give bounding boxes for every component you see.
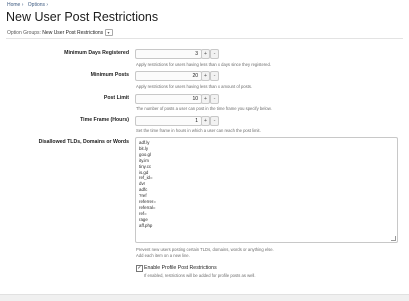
time-frame-increment-button[interactable]: + (201, 116, 210, 126)
disallowed-hint: Prevent new users posting certain TLDs, … (136, 247, 274, 252)
post-limit-input[interactable]: 10 (135, 94, 202, 104)
list-item: aff.php (139, 222, 153, 228)
disallowed-hint-secondary: Add each item on a new line. (136, 253, 190, 258)
resize-handle[interactable] (391, 236, 396, 241)
time-frame-label: Time Frame (Hours) (80, 117, 129, 123)
min-posts-increment-button[interactable]: + (201, 71, 210, 81)
min-posts-input[interactable]: 20 (135, 71, 202, 81)
profile-restrictions-label[interactable]: Enable Profile Post Restrictions (144, 265, 217, 271)
option-groups-label: Option Groups: (7, 29, 41, 36)
post-limit-hint: The number of posts a user can post in t… (136, 106, 272, 111)
post-limit-label: Post Limit (103, 95, 129, 101)
post-limit-decrement-button[interactable]: - (210, 94, 219, 104)
min-days-label: Minimum Days Registered (64, 50, 129, 56)
profile-restrictions-hint: If enabled, restrictions will be added f… (144, 273, 256, 278)
min-posts-decrement-button[interactable]: - (210, 71, 219, 81)
min-posts-label: Minimum Posts (90, 72, 129, 78)
time-frame-decrement-button[interactable]: - (210, 116, 219, 126)
post-limit-increment-button[interactable]: + (201, 94, 210, 104)
min-posts-hint: Apply restrictions for users having less… (136, 84, 253, 89)
disallowed-label: Disallowed TLDs, Domains or Words (38, 139, 129, 145)
chevron-down-icon[interactable]: ▾ (104, 29, 113, 36)
min-days-input[interactable]: 3 (135, 49, 202, 59)
page-title: New User Post Restrictions (6, 10, 159, 24)
time-frame-hint: Set the time frame in hours in which a u… (136, 128, 261, 133)
breadcrumb-home[interactable]: Home › (7, 2, 23, 8)
min-days-decrement-button[interactable]: - (210, 49, 219, 59)
checkmark-icon: ✓ (137, 265, 142, 271)
breadcrumb-options[interactable]: Options › (28, 2, 48, 8)
disallowed-textarea[interactable]: adf.ly bit.ly goo.gl ity.im tiny.cc is.g… (135, 137, 398, 243)
option-groups-select[interactable]: New User Post Restrictions (42, 30, 103, 36)
min-days-hint: Apply restrictions for users having less… (136, 62, 271, 67)
time-frame-input[interactable]: 1 (135, 116, 202, 126)
divider (6, 38, 403, 39)
profile-restrictions-checkbox[interactable]: ✓ (136, 265, 143, 272)
option-groups: Option Groups: New User Post Restriction… (7, 29, 113, 36)
min-days-increment-button[interactable]: + (201, 49, 210, 59)
breadcrumb: Home › Options › (7, 2, 51, 8)
